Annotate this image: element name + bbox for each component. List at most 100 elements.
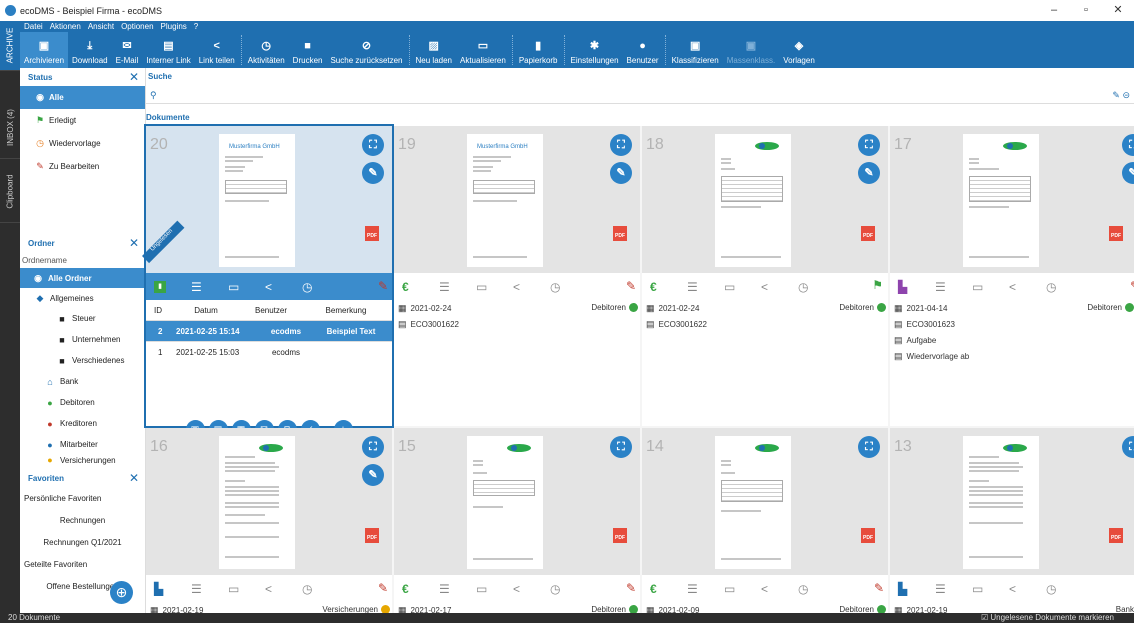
document-preview[interactable]: Musterfirma GmbH bbox=[219, 134, 295, 267]
document-preview[interactable] bbox=[715, 436, 791, 569]
document-preview[interactable] bbox=[715, 134, 791, 267]
document-card[interactable]: 18 PDF ⛶ ✎ € ☰ ▭ < ◷ ⚑ ▦ 2021-02-24 ▤ EC… bbox=[642, 126, 888, 426]
folder-item-company[interactable]: ■ Unternehmen bbox=[20, 329, 145, 350]
pencil-icon[interactable]: ✎ bbox=[1130, 279, 1134, 293]
status-item-edit[interactable]: ✎ Zu Bearbeiten bbox=[20, 155, 145, 178]
page-icon[interactable]: ▭ bbox=[724, 280, 761, 294]
task-icon[interactable]: ▙ bbox=[898, 280, 935, 294]
refresh-button[interactable]: ▭ Aktualisieren bbox=[456, 32, 510, 68]
favorite-item[interactable]: Rechnungen Q1/2021 bbox=[20, 531, 145, 553]
list-icon[interactable]: ☰ bbox=[687, 582, 724, 596]
euro-icon[interactable]: € bbox=[650, 582, 687, 596]
pencil-icon[interactable]: ✎ bbox=[874, 581, 884, 595]
fullscreen-button[interactable]: ⛶ bbox=[610, 436, 632, 458]
pencil-icon[interactable]: ✎ bbox=[626, 581, 636, 595]
page-icon[interactable]: ▭ bbox=[972, 280, 1009, 294]
document-card[interactable]: 19 Musterfirma GmbH PDF ⛶ ✎ € ☰ ▭ < ◷ ✎ … bbox=[394, 126, 640, 426]
document-preview[interactable] bbox=[467, 436, 543, 569]
maximize-button[interactable]: ▫ bbox=[1070, 0, 1102, 21]
history-icon[interactable]: ◷ bbox=[550, 582, 587, 596]
share-icon[interactable]: < bbox=[761, 280, 798, 294]
menu-aktionen[interactable]: Aktionen bbox=[50, 22, 81, 31]
reset-search-button[interactable]: ⊘ Suche zurücksetzen bbox=[326, 32, 406, 68]
share-icon[interactable]: < bbox=[265, 582, 302, 596]
archive-button[interactable]: ▣ Archivieren bbox=[20, 32, 69, 68]
search-actions[interactable]: ✎ ⊝ bbox=[1112, 86, 1130, 104]
page-icon[interactable]: ▭ bbox=[724, 582, 761, 596]
tab-archive[interactable]: ARCHIVE bbox=[0, 21, 20, 71]
email-button[interactable]: ✉ E-Mail bbox=[112, 32, 143, 68]
status-item-resubmit[interactable]: ◷ Wiedervorlage bbox=[20, 132, 145, 155]
print-button[interactable]: ■ Drucken bbox=[289, 32, 327, 68]
share-link-button[interactable]: < Link teilen bbox=[195, 32, 239, 68]
add-favorite-button[interactable]: ⊕ bbox=[110, 581, 133, 604]
list-icon[interactable]: ☰ bbox=[191, 280, 228, 294]
share-icon[interactable]: < bbox=[513, 582, 550, 596]
mass-classify-button[interactable]: ▣ Massenklass. bbox=[723, 32, 779, 68]
fullscreen-button[interactable]: ⛶ bbox=[1122, 436, 1134, 458]
history-row[interactable]: 2 2021-02-25 15:14 ecodms Beispiel Text bbox=[146, 321, 392, 342]
status-item-all[interactable]: ◉ Alle bbox=[20, 86, 145, 109]
document-card[interactable]: 14 PDF ⛶ € ☰ ▭ < ◷ ✎ ▦ 2021-02-09 Debito… bbox=[642, 428, 888, 615]
close-icon[interactable]: ✕ bbox=[129, 70, 139, 84]
history-icon[interactable]: ◷ bbox=[798, 582, 835, 596]
list-icon[interactable]: ☰ bbox=[687, 280, 724, 294]
menu-datei[interactable]: Datei bbox=[24, 22, 43, 31]
folder-item-misc[interactable]: ■ Verschiedenes bbox=[20, 350, 145, 371]
fullscreen-button[interactable]: ⛶ bbox=[1122, 134, 1134, 156]
history-icon[interactable]: ◷ bbox=[1046, 280, 1083, 294]
page-icon[interactable]: ▭ bbox=[228, 582, 265, 596]
folder-item-bank[interactable]: ⌂ Bank bbox=[20, 371, 145, 392]
tab-clipboard[interactable]: Clipboard bbox=[0, 161, 20, 223]
search-input[interactable]: ⚲ bbox=[146, 86, 1134, 104]
list-icon[interactable]: ☰ bbox=[191, 582, 228, 596]
history-icon[interactable]: ◷ bbox=[798, 280, 835, 294]
history-icon[interactable]: ◷ bbox=[302, 280, 339, 294]
euro-icon[interactable]: € bbox=[650, 280, 687, 294]
euro-icon[interactable]: € bbox=[402, 280, 439, 294]
reload-button[interactable]: ▨ Neu laden bbox=[412, 32, 456, 68]
document-preview[interactable]: Musterfirma GmbH bbox=[467, 134, 543, 267]
menu-help[interactable]: ? bbox=[194, 22, 198, 31]
fullscreen-button[interactable]: ⛶ bbox=[858, 134, 880, 156]
history-icon[interactable]: ◷ bbox=[1046, 582, 1083, 596]
classify-icon[interactable]: ▮ bbox=[154, 280, 166, 293]
document-preview[interactable] bbox=[963, 436, 1039, 569]
list-icon[interactable]: ☰ bbox=[935, 280, 972, 294]
folder-item-debitors[interactable]: ● Debitoren bbox=[20, 392, 145, 413]
settings-button[interactable]: ✱ Einstellungen bbox=[567, 32, 623, 68]
status-item-done[interactable]: ⚑ Erledigt bbox=[20, 109, 145, 132]
folder-item-all[interactable]: ◉ Alle Ordner bbox=[20, 268, 145, 288]
unread-checkbox[interactable]: ☑ Ungelesene Dokumente markieren bbox=[981, 613, 1114, 623]
internal-link-button[interactable]: ▤ Interner Link bbox=[142, 32, 194, 68]
folder-item-creditors[interactable]: ● Kreditoren bbox=[20, 413, 145, 434]
document-card[interactable]: 16 PDF ⛶ ✎ ▙ ☰ ▭ < ◷ ✎ ▦ 2021-02-19 Vers… bbox=[146, 428, 392, 615]
list-icon[interactable]: ☰ bbox=[439, 582, 476, 596]
document-card[interactable]: 13 PDF ⛶ ▙ ☰ ▭ < ◷ ▦ 2021-02-19 Bank bbox=[890, 428, 1134, 615]
close-icon[interactable]: ✕ bbox=[129, 471, 139, 485]
favorites-personal-group[interactable]: Persönliche Favoriten bbox=[20, 487, 145, 509]
document-icon[interactable]: ▙ bbox=[154, 582, 191, 596]
share-icon[interactable]: < bbox=[513, 280, 550, 294]
edit-button[interactable]: ✎ bbox=[362, 464, 384, 486]
edit-button[interactable]: ✎ bbox=[610, 162, 632, 184]
favorite-item[interactable]: Rechnungen bbox=[20, 509, 145, 531]
close-button[interactable]: ✕ bbox=[1102, 0, 1134, 21]
euro-icon[interactable]: € bbox=[402, 582, 439, 596]
share-icon[interactable]: < bbox=[1009, 582, 1046, 596]
activities-button[interactable]: ◷ Aktivitäten bbox=[244, 32, 289, 68]
tab-inbox[interactable]: INBOX (4) bbox=[0, 97, 20, 159]
history-icon[interactable]: ◷ bbox=[302, 582, 339, 596]
share-icon[interactable]: < bbox=[761, 582, 798, 596]
folder-item-employees[interactable]: ● Mitarbeiter bbox=[20, 434, 145, 455]
fullscreen-button[interactable]: ⛶ bbox=[362, 436, 384, 458]
flag-icon[interactable]: ⚑ bbox=[872, 278, 883, 292]
trash-button[interactable]: ▮ Papierkorb bbox=[515, 32, 562, 68]
menu-plugins[interactable]: Plugins bbox=[161, 22, 187, 31]
templates-button[interactable]: ◈ Vorlagen bbox=[779, 32, 819, 68]
page-icon[interactable]: ▭ bbox=[476, 582, 513, 596]
list-icon[interactable]: ☰ bbox=[439, 280, 476, 294]
folder-item-insurance[interactable]: ● Versicherungen bbox=[20, 455, 145, 465]
share-icon[interactable]: < bbox=[265, 280, 302, 294]
fullscreen-button[interactable]: ⛶ bbox=[858, 436, 880, 458]
